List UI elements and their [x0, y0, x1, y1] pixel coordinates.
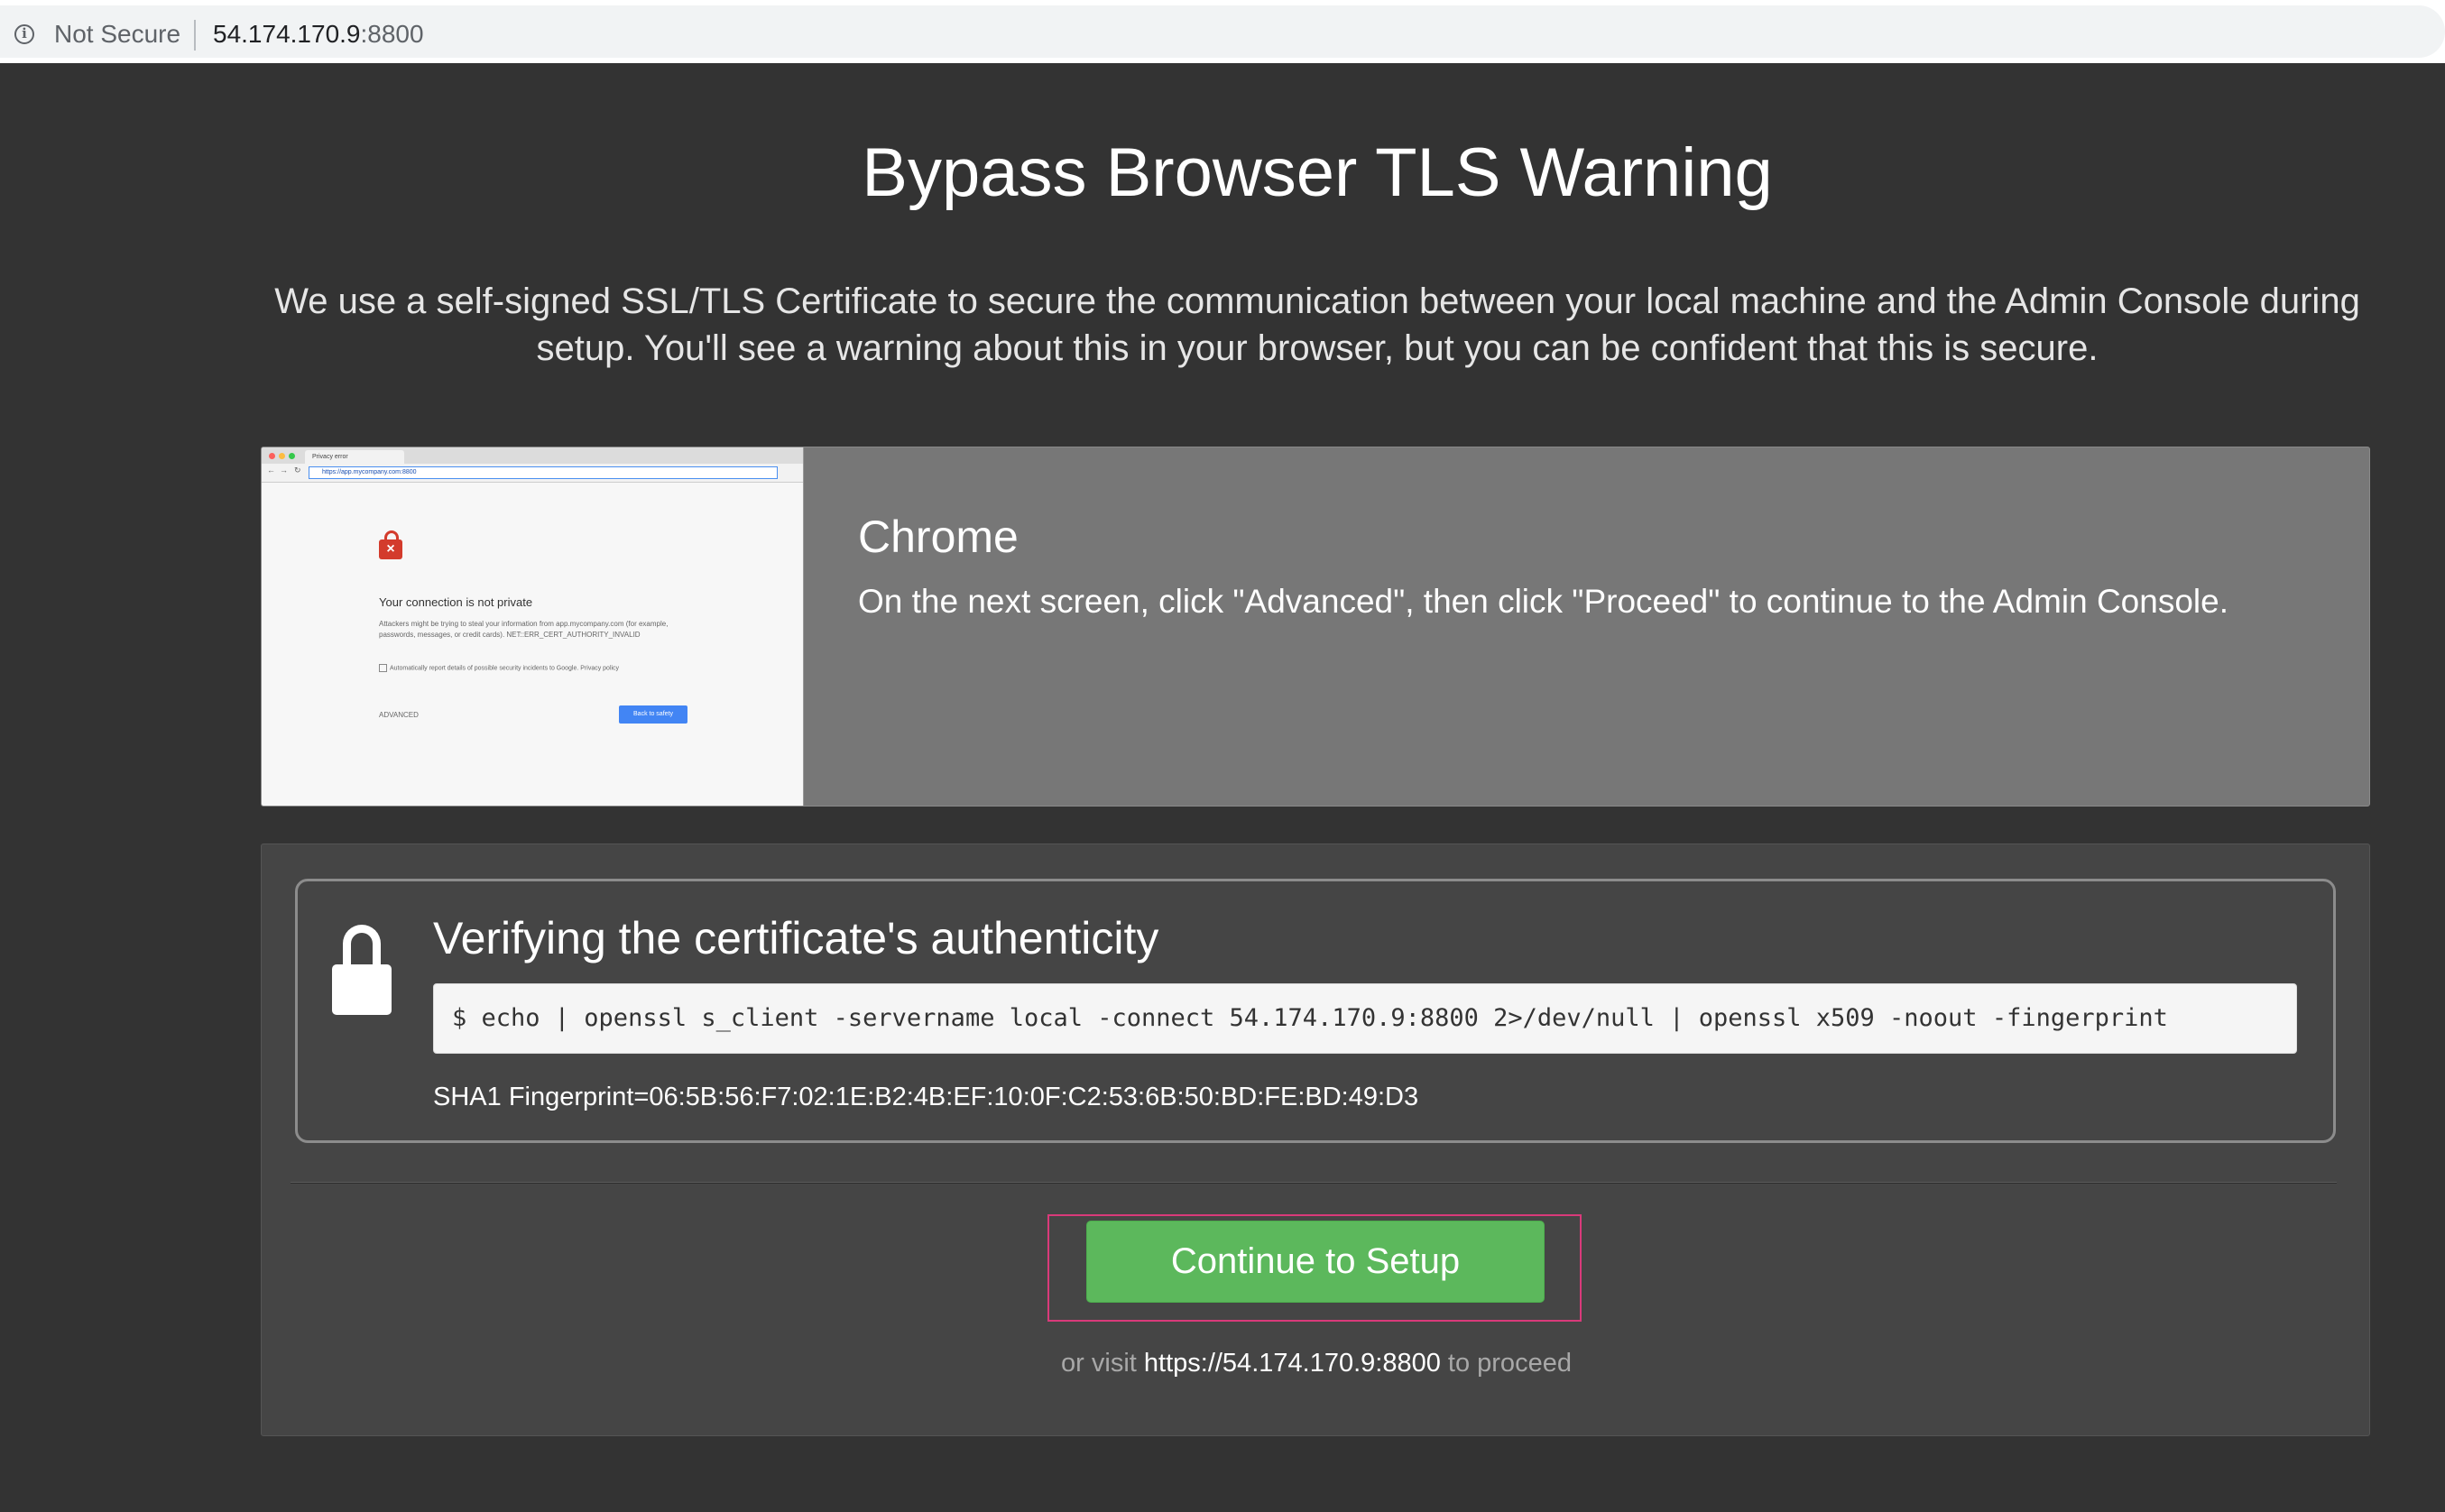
openssl-command[interactable]: $ echo | openssl s_client -servername lo… — [433, 983, 2297, 1054]
setup-url-link[interactable]: https://54.174.170.9:8800 — [1144, 1349, 1441, 1378]
thumb-checkbox-label: Automatically report details of possible… — [390, 665, 620, 672]
thumb-advanced: ADVANCED — [379, 711, 419, 719]
continue-to-setup-button[interactable]: Continue to Setup — [1086, 1221, 1545, 1303]
thumb-body: Attackers might be trying to steal your … — [379, 620, 669, 639]
close-dot-icon — [269, 453, 275, 459]
checkbox-icon — [379, 664, 387, 672]
thumb-back-button: Back to safety — [619, 705, 687, 724]
verification-title: Verifying the certificate's authenticity — [433, 913, 1159, 963]
thumb-heading: Your connection is not private — [379, 595, 533, 609]
info-icon[interactable]: i — [14, 24, 34, 44]
thumb-tab: Privacy error — [305, 450, 404, 464]
certificate-box: Verifying the certificate's authenticity… — [295, 879, 2336, 1143]
red-lock-icon: × — [379, 530, 402, 559]
browser-instruction: On the next screen, click "Advanced", th… — [858, 583, 2228, 620]
thumb-tabbar: Privacy error — [262, 447, 803, 464]
maximize-dot-icon — [289, 453, 295, 459]
divider — [194, 20, 196, 51]
divider — [291, 1182, 2337, 1184]
lock-icon — [332, 925, 392, 1019]
sha1-fingerprint: SHA1 Fingerprint=06:5B:56:F7:02:1E:B2:4B… — [433, 1083, 1419, 1111]
browser-name: Chrome — [858, 512, 1019, 562]
url-port: :8800 — [360, 20, 424, 48]
intro-text: We use a self-signed SSL/TLS Certificate… — [274, 281, 2360, 368]
back-arrow-icon: ← — [267, 466, 275, 475]
page-title: Bypass Browser TLS Warning — [862, 134, 1773, 211]
verification-panel: Verifying the certificate's authenticity… — [261, 844, 2370, 1436]
reload-icon: ↻ — [294, 466, 301, 475]
chrome-warning-screenshot: Privacy error ← → ↻ https://app.mycompan… — [262, 447, 804, 806]
browser-instructions-card: Privacy error ← → ↻ https://app.mycompan… — [261, 447, 2370, 807]
alternate-link-line: or visit https://54.174.170.9:8800 to pr… — [262, 1349, 2371, 1378]
thumb-url: https://app.mycompany.com:8800 — [309, 466, 778, 479]
url-text[interactable]: 54.174.170.9:8800 — [213, 20, 424, 49]
omnibox[interactable]: i Not Secure 54.174.170.9:8800 — [0, 5, 2445, 58]
browser-address-bar: i Not Secure 54.174.170.9:8800 — [0, 0, 2445, 63]
minimize-dot-icon — [279, 453, 285, 459]
forward-arrow-icon: → — [280, 466, 288, 475]
security-label[interactable]: Not Secure — [54, 20, 180, 49]
url-host: 54.174.170.9 — [213, 20, 361, 48]
or-visit-prefix: or visit — [1061, 1349, 1137, 1378]
thumb-checkbox-row: Automatically report details of possible… — [379, 664, 619, 672]
or-visit-suffix: to proceed — [1447, 1349, 1572, 1378]
